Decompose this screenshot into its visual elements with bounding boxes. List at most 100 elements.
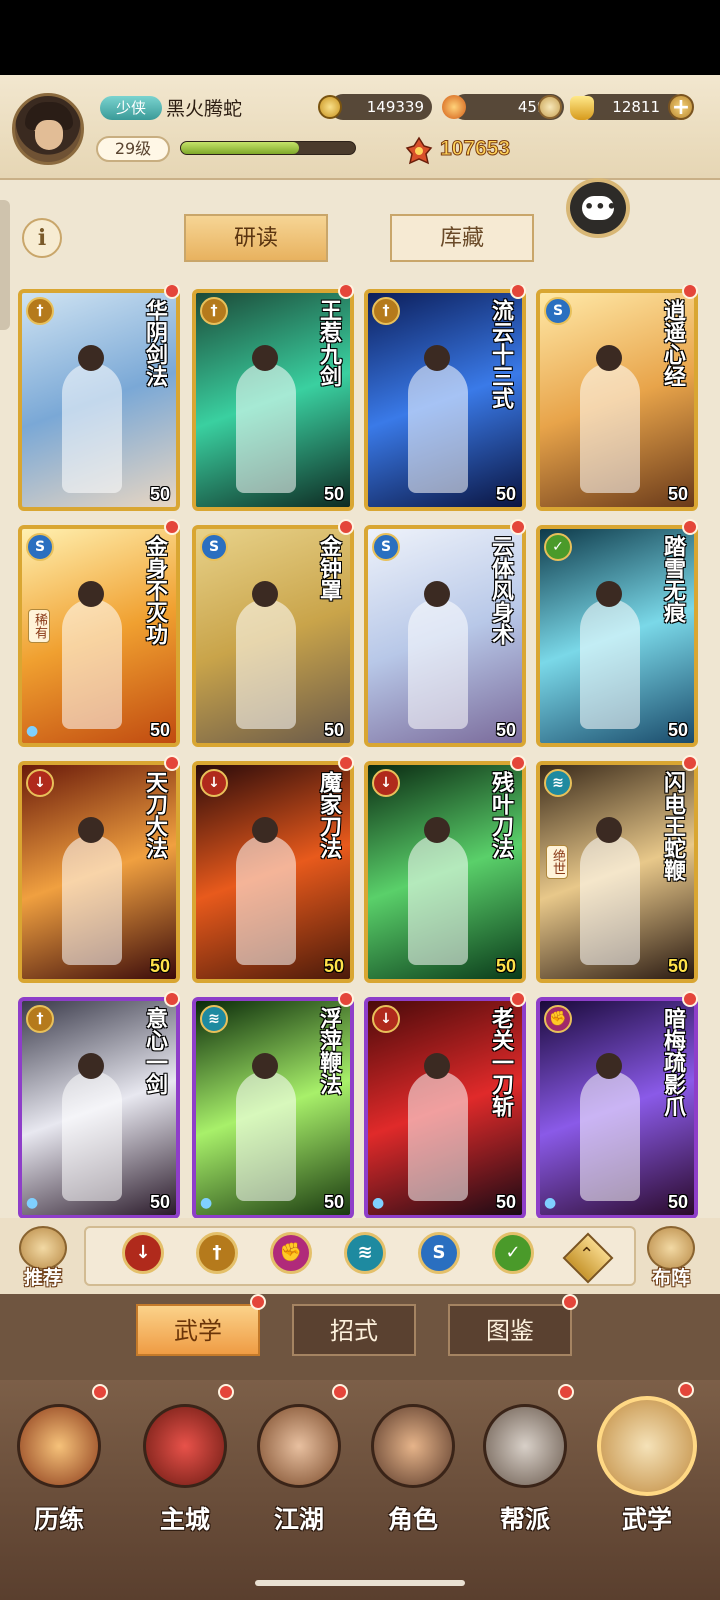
skill-level: 50 bbox=[323, 1192, 344, 1212]
internal-type-icon: S bbox=[544, 297, 572, 325]
skill-card[interactable]: S 稀有 金身不灭功 50 ● bbox=[18, 525, 180, 747]
nav-item-0[interactable]: 历练 bbox=[4, 1396, 114, 1556]
notification-dot bbox=[218, 1384, 234, 1400]
nav-item-3[interactable]: 角色 bbox=[358, 1396, 468, 1556]
skill-card[interactable]: † 意心一剑 50 ● bbox=[18, 997, 180, 1219]
blade-filter-icon[interactable]: ↓ bbox=[122, 1232, 164, 1274]
internal-filter-icon[interactable]: S bbox=[418, 1232, 460, 1274]
notification-dot bbox=[338, 991, 354, 1007]
title-badge: 少侠 bbox=[100, 96, 162, 120]
add-currency-button[interactable]: + bbox=[668, 94, 694, 120]
fist-filter-icon[interactable]: ✊ bbox=[270, 1232, 312, 1274]
coin-counter[interactable]: 149339 bbox=[318, 94, 432, 120]
tab-storage[interactable]: 库藏 bbox=[390, 214, 534, 262]
skill-level: 50 bbox=[149, 1192, 170, 1212]
nav-label: 角色 bbox=[387, 1505, 438, 1534]
flame-counter[interactable]: 4592 bbox=[442, 94, 564, 120]
skill-card[interactable]: ↓ 天刀大法 50 bbox=[18, 761, 180, 983]
blade-type-icon: ↓ bbox=[26, 769, 54, 797]
whip-type-icon: ≋ bbox=[200, 1005, 228, 1033]
recommend-button[interactable]: 推荐 bbox=[10, 1222, 76, 1290]
character-head bbox=[424, 817, 450, 843]
character-head bbox=[78, 345, 104, 371]
formation-label: 布阵 bbox=[651, 1267, 690, 1289]
skill-card[interactable]: S 云体风身术 50 bbox=[364, 525, 526, 747]
tab-study[interactable]: 研读 bbox=[184, 214, 328, 262]
subtab-codex[interactable]: 图鉴 bbox=[448, 1304, 572, 1356]
skill-level: 50 bbox=[323, 720, 344, 740]
gold-ingot-icon bbox=[570, 96, 594, 120]
nav-icon bbox=[257, 1404, 341, 1488]
nav-label: 江湖 bbox=[273, 1505, 324, 1534]
combat-power-icon bbox=[405, 136, 433, 165]
skill-card[interactable]: S 金钟罩 50 bbox=[192, 525, 354, 747]
star-marker-icon: ● bbox=[544, 1195, 557, 1211]
nav-item-4[interactable]: 帮派 bbox=[470, 1396, 580, 1556]
skill-card-grid: † 华阴剑法 50 † 王惹九剑 50 † 流云十三式 50 S 逍遥心经 50 S 稀有 金身不灭功 50 ●… bbox=[0, 285, 720, 1220]
sword-type-icon: † bbox=[26, 1005, 54, 1033]
flame-emblem-icon bbox=[442, 95, 466, 119]
skill-name: 意心一剑 bbox=[142, 1007, 168, 1095]
skill-level: 50 bbox=[667, 484, 688, 504]
skill-level: 50 bbox=[667, 1192, 688, 1212]
sword-filter-icon[interactable]: † bbox=[196, 1232, 238, 1274]
character-head bbox=[78, 581, 104, 607]
skill-card[interactable]: S 逍遥心经 50 bbox=[536, 289, 698, 511]
blade-type-icon: ↓ bbox=[372, 1005, 400, 1033]
formation-button[interactable]: 布阵 bbox=[638, 1222, 704, 1290]
skill-card[interactable]: † 华阴剑法 50 bbox=[18, 289, 180, 511]
internal-type-icon: S bbox=[372, 533, 400, 561]
notification-dot bbox=[338, 755, 354, 771]
whip-filter-icon[interactable]: ≋ bbox=[344, 1232, 386, 1274]
skill-name: 踏雪无痕 bbox=[660, 535, 686, 623]
skill-card[interactable]: ↓ 魔家刀法 50 bbox=[192, 761, 354, 983]
skill-card[interactable]: ≋ 绝世 闪电王蛇鞭 50 bbox=[536, 761, 698, 983]
character-figure bbox=[408, 835, 468, 965]
character-figure bbox=[580, 835, 640, 965]
skill-card[interactable]: † 流云十三式 50 bbox=[364, 289, 526, 511]
nav-item-5[interactable]: 武学 bbox=[592, 1396, 702, 1556]
nav-icon bbox=[371, 1404, 455, 1488]
character-figure bbox=[580, 363, 640, 493]
blade-type-icon: ↓ bbox=[372, 769, 400, 797]
character-figure bbox=[408, 1071, 468, 1201]
sub-tabs: 武学 招式 图鉴 bbox=[0, 1294, 720, 1380]
skill-card[interactable]: ↓ 残叶刀法 50 bbox=[364, 761, 526, 983]
player-avatar[interactable] bbox=[12, 93, 84, 165]
skill-name: 老关一刀斩 bbox=[488, 1007, 514, 1117]
skill-name: 逍遥心经 bbox=[660, 299, 686, 387]
skill-card[interactable]: ↓ 老关一刀斩 50 ● bbox=[364, 997, 526, 1219]
notification-dot bbox=[338, 519, 354, 535]
skill-card[interactable]: ✊ 暗梅疏影爪 50 ● bbox=[536, 997, 698, 1219]
nav-item-1[interactable]: 主城 bbox=[130, 1396, 240, 1556]
coin-value: 149339 bbox=[366, 98, 424, 116]
character-head bbox=[78, 817, 104, 843]
character-head bbox=[424, 581, 450, 607]
sword-type-icon: † bbox=[200, 297, 228, 325]
subtab-martial[interactable]: 武学 bbox=[136, 1304, 260, 1356]
skill-name: 王惹九剑 bbox=[316, 299, 342, 387]
movement-filter-icon[interactable]: ✓ bbox=[492, 1232, 534, 1274]
character-head bbox=[596, 345, 622, 371]
character-head bbox=[424, 1053, 450, 1079]
rarity-tag: 稀有 bbox=[28, 609, 50, 643]
exp-bar bbox=[180, 141, 356, 155]
notification-dot bbox=[678, 1382, 694, 1398]
character-figure bbox=[62, 363, 122, 493]
skill-name: 流云十三式 bbox=[488, 299, 514, 409]
star-marker-icon: ● bbox=[372, 1195, 385, 1211]
info-button[interactable]: i bbox=[22, 218, 62, 258]
nav-item-2[interactable]: 江湖 bbox=[244, 1396, 354, 1556]
skill-card[interactable]: ≋ 浮萍鞭法 50 ● bbox=[192, 997, 354, 1219]
character-figure bbox=[236, 835, 296, 965]
notification-dot bbox=[332, 1384, 348, 1400]
skill-card[interactable]: ✓ 踏雪无痕 50 bbox=[536, 525, 698, 747]
character-head bbox=[596, 1053, 622, 1079]
skill-card[interactable]: † 王惹九剑 50 bbox=[192, 289, 354, 511]
notification-dot bbox=[682, 755, 698, 771]
sword-type-icon: † bbox=[26, 297, 54, 325]
nav-icon bbox=[597, 1396, 697, 1496]
skill-level: 50 bbox=[495, 484, 516, 504]
chat-button[interactable]: ••• bbox=[566, 178, 630, 238]
subtab-moves[interactable]: 招式 bbox=[292, 1304, 416, 1356]
